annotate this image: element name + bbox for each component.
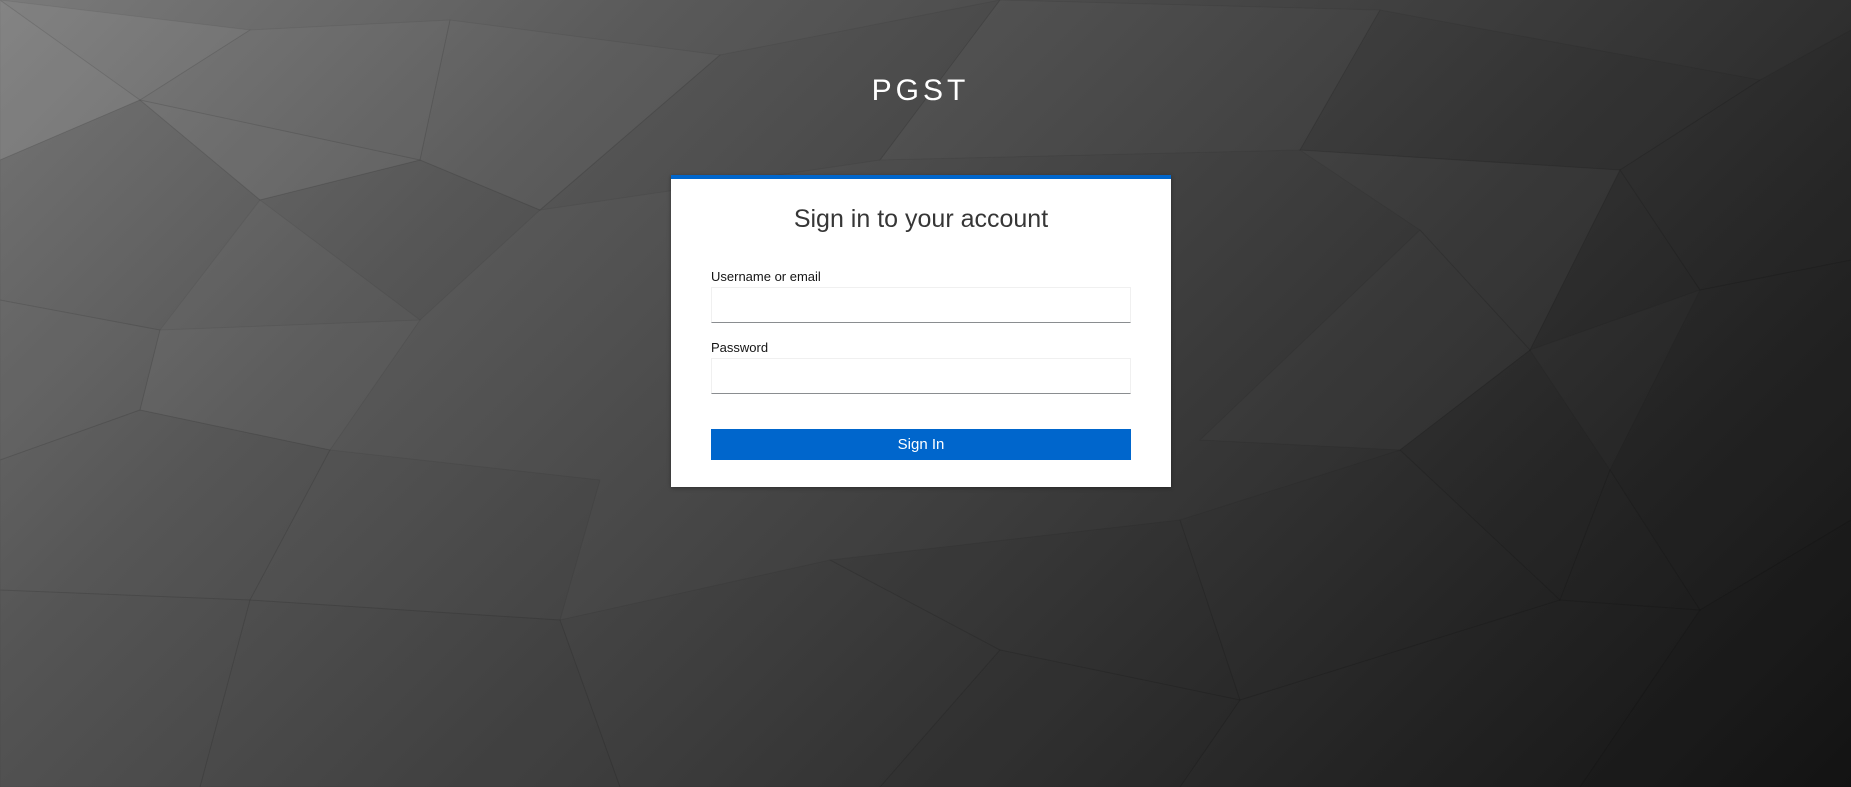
realm-title: PGST xyxy=(871,74,970,107)
username-label: Username or email xyxy=(711,269,821,284)
password-input[interactable] xyxy=(711,358,1131,394)
login-heading: Sign in to your account xyxy=(793,205,1049,233)
password-label: Password xyxy=(711,340,769,355)
username-input[interactable] xyxy=(711,287,1131,323)
sign-in-button[interactable]: Sign In xyxy=(711,429,1131,460)
login-card: Sign in to your account Username or emai… xyxy=(671,175,1171,487)
